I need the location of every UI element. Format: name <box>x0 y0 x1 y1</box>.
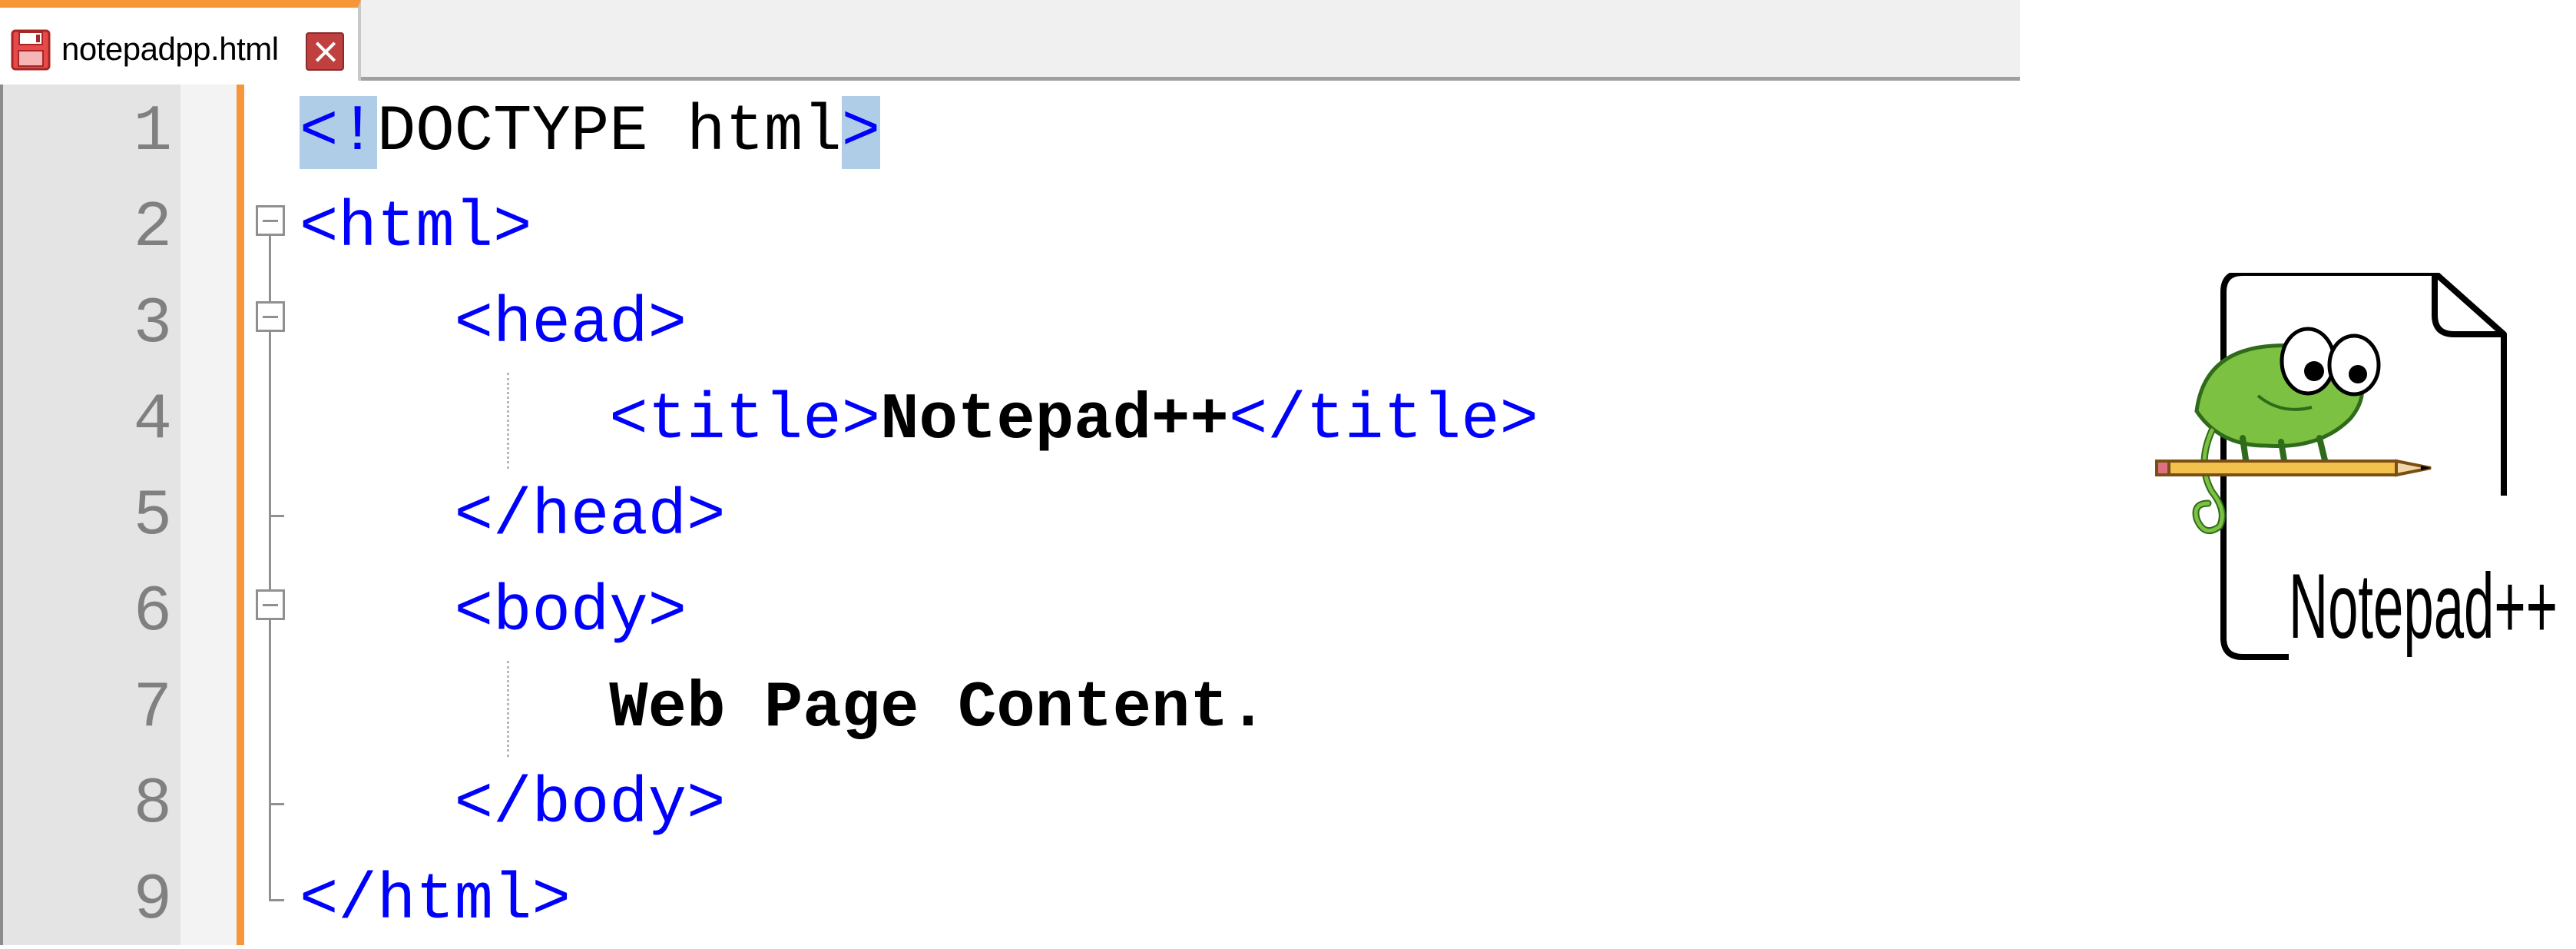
doctype-text: DOCTYPE html <box>376 96 842 169</box>
text-content: Notepad++ <box>880 384 1229 457</box>
line-number: 1 <box>133 96 172 169</box>
fold-line <box>269 805 271 901</box>
fold-toggle-head[interactable] <box>256 301 285 332</box>
line-number: 9 <box>133 864 172 937</box>
notepad-plus-plus-logo: Notepad++ <box>2155 273 2558 660</box>
line-number: 8 <box>133 768 172 841</box>
line-number: 3 <box>133 288 172 361</box>
line-number: 4 <box>133 384 172 457</box>
html-tag: </html> <box>300 864 571 937</box>
html-tag: </head> <box>454 480 726 553</box>
code-line-5: </head> <box>300 469 726 565</box>
fold-line <box>269 516 271 589</box>
fold-line <box>269 236 271 305</box>
editor[interactable]: 1 2 3 4 5 6 7 8 9 <!DOCTYPE html> <html>… <box>0 85 2020 945</box>
tab-bar: notepadpp.html <box>0 0 2020 81</box>
line-number-gutter: 1 2 3 4 5 6 7 8 9 <box>0 85 180 945</box>
code-line-8: </body> <box>300 757 726 853</box>
html-tag: <body> <box>454 576 687 649</box>
change-history-bar <box>237 85 244 945</box>
code-line-7: Web Page Content. <box>300 661 1267 757</box>
html-tag: </title> <box>1228 384 1539 457</box>
code-line-1: <!DOCTYPE html> <box>300 85 881 181</box>
floppy-disk-icon <box>11 29 51 71</box>
fold-end-body <box>269 803 284 805</box>
tab-label: notepadpp.html <box>61 31 279 67</box>
code-line-2: <html> <box>300 181 531 277</box>
code-line-6: <body> <box>300 565 687 661</box>
html-tag: <html> <box>300 192 532 265</box>
text-content: Web Page Content. <box>609 672 1268 745</box>
fold-end-head <box>269 515 284 517</box>
fold-end-html <box>269 899 284 901</box>
fold-toggle-body[interactable] <box>256 589 285 620</box>
html-tag: <title> <box>609 384 881 457</box>
fold-margin <box>180 85 243 945</box>
code-line-3: <head> <box>300 277 687 373</box>
tab-notepadpp-html[interactable]: notepadpp.html <box>0 0 361 81</box>
brace-match: <! <box>300 96 377 169</box>
fold-toggle-html[interactable] <box>256 205 285 236</box>
logo-wordmark: Notepad++ <box>2289 555 2558 658</box>
close-icon[interactable] <box>306 32 344 71</box>
pencil-icon <box>2155 459 2432 477</box>
code-line-9: </html> <box>300 853 571 949</box>
line-number: 6 <box>133 576 172 649</box>
html-tag: <head> <box>454 288 687 361</box>
line-number: 5 <box>133 480 172 553</box>
line-number: 7 <box>133 672 172 745</box>
brace-match: > <box>841 96 881 169</box>
code-line-4: <title>Notepad++</title> <box>300 373 1538 469</box>
fold-line <box>269 620 271 805</box>
line-number: 2 <box>133 192 172 265</box>
html-tag: </body> <box>454 768 726 841</box>
fold-line <box>269 332 271 516</box>
